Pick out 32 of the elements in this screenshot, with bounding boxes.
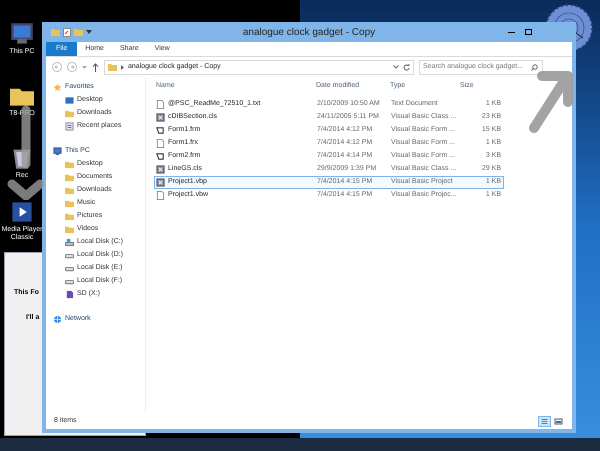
thumbnail-view-icon[interactable]: [553, 416, 564, 426]
properties-icon: [63, 28, 71, 36]
window-title: analogue clock gadget - Copy: [242, 26, 376, 40]
new-folder-icon: [74, 28, 83, 36]
up-arrow-icon[interactable]: [92, 62, 99, 72]
component-icon: [156, 165, 165, 174]
details-view-icon[interactable]: [538, 416, 551, 426]
component-icon: [156, 113, 165, 122]
network-icon: [53, 315, 62, 324]
form-icon: [156, 126, 165, 135]
computer-icon: [53, 147, 62, 156]
folder-icon: [51, 28, 60, 36]
drive-icon: [65, 238, 74, 247]
app-icon: [10, 200, 34, 224]
recent-places-icon: [65, 122, 74, 131]
folder-icon: [65, 109, 74, 118]
computer-icon: [10, 22, 34, 46]
document-icon: [156, 139, 165, 148]
sd-card-icon: [65, 290, 74, 299]
dropdown-icon[interactable]: [86, 30, 92, 34]
component-icon: [156, 178, 165, 187]
chevron-icon: [121, 64, 124, 70]
star-icon: [53, 83, 62, 92]
document-icon: [156, 100, 165, 109]
refresh-icon[interactable]: [403, 64, 410, 70]
maximize-icon[interactable]: [525, 29, 532, 35]
desktop-icon: [65, 96, 74, 105]
form-icon: [156, 152, 165, 161]
search-icon: [531, 64, 538, 70]
document-icon: [156, 191, 165, 200]
dropdown-icon[interactable]: [393, 65, 399, 69]
folder-icon: [108, 63, 117, 71]
